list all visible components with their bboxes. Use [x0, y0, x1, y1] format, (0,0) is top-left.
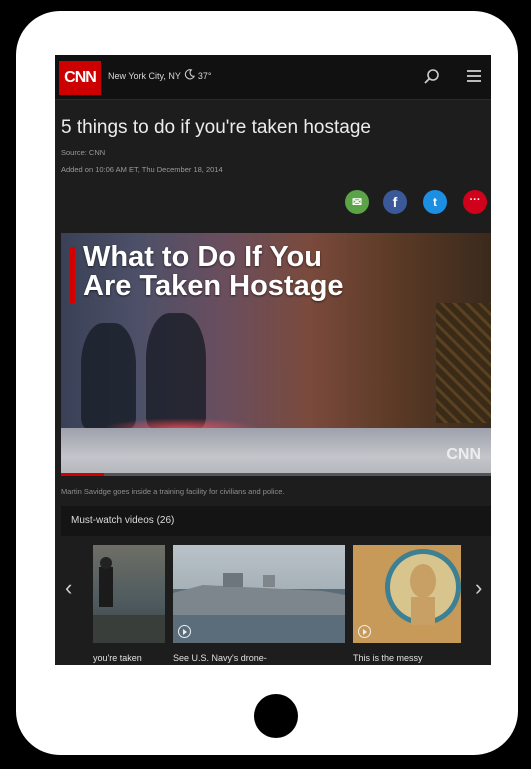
- video-player[interactable]: What to Do If You Are Taken Hostage CNN: [61, 233, 491, 476]
- temperature-text: 37°: [197, 70, 212, 81]
- video-progress-track[interactable]: [61, 473, 491, 476]
- top-nav-bar: CNN New York City, NY 37°: [55, 55, 491, 100]
- video-thumbnail-label[interactable]: See U.S. Navy's drone-: [173, 653, 267, 663]
- chevron-left-icon[interactable]: ‹: [65, 575, 72, 601]
- video-title-line-1: What to Do If You: [83, 241, 322, 273]
- menu-icon[interactable]: [467, 70, 481, 82]
- video-background-window: [436, 303, 491, 423]
- video-progress-fill: [61, 473, 104, 476]
- video-caption: Martin Savidge goes inside a training fa…: [61, 487, 285, 496]
- must-watch-header: Must-watch videos (26): [61, 506, 491, 536]
- video-figure: [146, 313, 206, 428]
- video-figure: [81, 323, 136, 428]
- article-timestamp: Added on 10:06 AM ET, Thu December 18, 2…: [61, 165, 223, 174]
- video-title-line-2: Are Taken Hostage: [83, 270, 344, 302]
- more-share-icon[interactable]: ···: [463, 190, 487, 214]
- thumbnail-scene: [93, 557, 165, 643]
- facebook-share-icon[interactable]: f: [383, 190, 407, 214]
- video-floor: [61, 428, 491, 476]
- search-icon[interactable]: [423, 68, 441, 86]
- twitter-share-icon[interactable]: t: [423, 190, 447, 214]
- location-weather: New York City, NY 37°: [108, 69, 211, 82]
- video-thumbnail-label[interactable]: This is the messy: [353, 653, 423, 663]
- video-thumbnail[interactable]: [353, 545, 461, 643]
- play-icon: [178, 625, 191, 638]
- play-icon: [358, 625, 371, 638]
- weather-icon: [184, 69, 195, 82]
- thumbnail-scene: [173, 573, 345, 643]
- chevron-right-icon[interactable]: ›: [475, 575, 482, 601]
- video-title: What to Do If You Are Taken Hostage: [83, 243, 344, 301]
- cnn-logo[interactable]: CNN: [59, 61, 101, 95]
- video-thumbnail[interactable]: [93, 545, 165, 643]
- article-headline: 5 things to do if you're taken hostage: [61, 117, 371, 138]
- article-source: Source: CNN: [61, 148, 106, 157]
- browser-screen: CNN New York City, NY 37° 5 things to do…: [55, 55, 491, 665]
- email-share-icon[interactable]: ✉: [345, 190, 369, 214]
- cnn-watermark: CNN: [446, 446, 481, 463]
- must-watch-label: Must-watch videos (26): [71, 515, 175, 526]
- video-thumbnail[interactable]: [173, 545, 345, 643]
- home-button[interactable]: [254, 694, 298, 738]
- video-title-accent: [70, 247, 75, 303]
- location-text: New York City, NY: [108, 70, 181, 81]
- video-thumbnail-label[interactable]: you're taken: [93, 653, 142, 663]
